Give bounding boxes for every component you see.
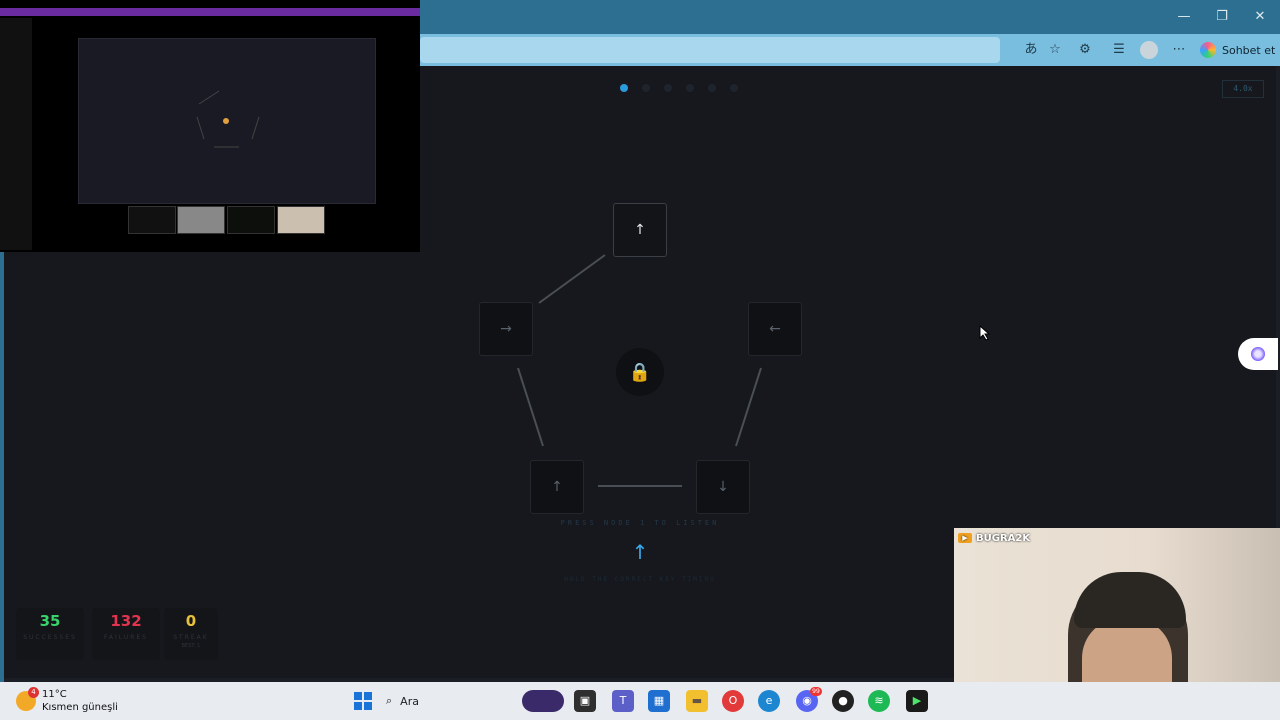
progress-dot-active [620, 84, 628, 92]
extensions-icon[interactable]: ⚙ [1076, 42, 1094, 58]
more-icon[interactable]: ⋯ [1170, 42, 1188, 58]
address-bar[interactable] [420, 37, 1000, 63]
channel-name: BUGRA2K [976, 532, 1031, 544]
search-icon: ⌕ [386, 694, 393, 707]
windows-start-icon[interactable] [354, 692, 372, 710]
stat-failures: 132 FAILURES [92, 608, 160, 660]
overlay-preview-graphic [196, 90, 260, 148]
progress-dot [730, 84, 738, 92]
progress-dot [642, 84, 650, 92]
arrow-left-icon: ← [769, 321, 781, 337]
profile-icon[interactable] [1140, 41, 1158, 59]
spotify-icon[interactable]: ≋ [868, 690, 890, 712]
copilot-chat-button[interactable]: Sohbet et [1200, 40, 1275, 60]
stat-label: FAILURES [104, 634, 148, 641]
copilot-sidebar-button[interactable] [1238, 338, 1278, 370]
weather-temp: 11°C [42, 689, 67, 700]
close-icon[interactable]: ✕ [1250, 8, 1270, 26]
arrow-up-icon: ↑ [551, 479, 563, 495]
hint-subtext: HOLD THE CORRECT KEY TIMING [564, 576, 716, 583]
overlay-sidebar [0, 18, 32, 250]
minimize-icon[interactable]: — [1174, 8, 1194, 26]
node-bottom-left[interactable]: ↑ [530, 460, 584, 514]
search-placeholder: Ara [400, 694, 419, 708]
center-lock: 🔒 [616, 348, 664, 396]
stat-streak: 0 STREAK BEST: 1 [164, 608, 218, 660]
stat-sub: BEST: 1 [181, 643, 201, 649]
lock-icon: 🔒 [628, 361, 652, 383]
node-bottom-right[interactable]: ↓ [696, 460, 750, 514]
stat-successes: 35 SUCCESSES [16, 608, 84, 660]
copilot-icon [1200, 42, 1216, 58]
stat-value: 35 [39, 612, 61, 630]
weather-desc: Kısmen güneşli [42, 702, 118, 713]
arrow-down-icon: ↓ [717, 479, 729, 495]
progress-dot [664, 84, 672, 92]
task-view-icon[interactable]: ▣ [574, 690, 596, 712]
copilot-icon [1251, 347, 1265, 361]
stat-label: SUCCESSES [23, 634, 77, 641]
file-explorer-icon[interactable]: ▬ [686, 690, 708, 712]
hint-text: PRESS NODE 1 TO LISTEN [560, 519, 720, 527]
edge-icon[interactable]: e [758, 690, 780, 712]
restore-icon[interactable]: ❐ [1212, 8, 1232, 26]
overlay-banner [0, 8, 420, 16]
taskbar-search[interactable]: ⌕ Ara [386, 689, 516, 713]
copilot-label: Sohbet et [1222, 43, 1276, 57]
taskbar [0, 682, 1280, 720]
teams-icon[interactable]: T [612, 690, 634, 712]
arrow-up-icon: ↑ [631, 540, 649, 564]
node-left[interactable]: → [479, 302, 533, 356]
search-highlight-icon[interactable] [522, 690, 564, 712]
store-icon[interactable]: ▦ [648, 690, 670, 712]
overlay-thumbnail[interactable] [177, 206, 225, 234]
discord-badge: 99 [810, 687, 822, 696]
stat-label: STREAK [173, 634, 209, 641]
arrow-right-icon: → [500, 321, 512, 337]
arrow-up-icon: ↑ [634, 222, 646, 238]
overlay-screen-preview [78, 38, 376, 204]
webcam-channel-tag: ▶ BUGRA2K [958, 531, 1030, 545]
notification-badge: 4 [28, 687, 39, 698]
opera-icon[interactable]: O [722, 690, 744, 712]
mouse-cursor-icon [979, 325, 991, 341]
progress-dot [708, 84, 716, 92]
stat-value: 132 [110, 612, 142, 630]
weather-widget[interactable]: 4 11°C Kısmen güneşli [16, 686, 118, 716]
stat-value: 0 [185, 612, 197, 630]
favorite-star-icon[interactable]: ☆ [1046, 42, 1064, 58]
node-right[interactable]: ← [748, 302, 802, 356]
overlay-thumbnail[interactable] [277, 206, 325, 234]
overlay-thumbnail[interactable] [227, 206, 275, 234]
speed-badge[interactable]: 4.0x [1222, 80, 1264, 98]
play-icon: ▶ [958, 533, 972, 543]
node-top[interactable]: ↑ [613, 203, 667, 257]
app-icon[interactable]: ▶ [906, 690, 928, 712]
overlay-thumbnail[interactable] [128, 206, 176, 234]
translate-icon[interactable]: あ [1022, 42, 1040, 58]
progress-dot [686, 84, 694, 92]
obs-icon[interactable]: ● [832, 690, 854, 712]
weather-sun-icon: 4 [16, 687, 39, 711]
favorites-icon[interactable]: ☰ [1110, 42, 1128, 58]
